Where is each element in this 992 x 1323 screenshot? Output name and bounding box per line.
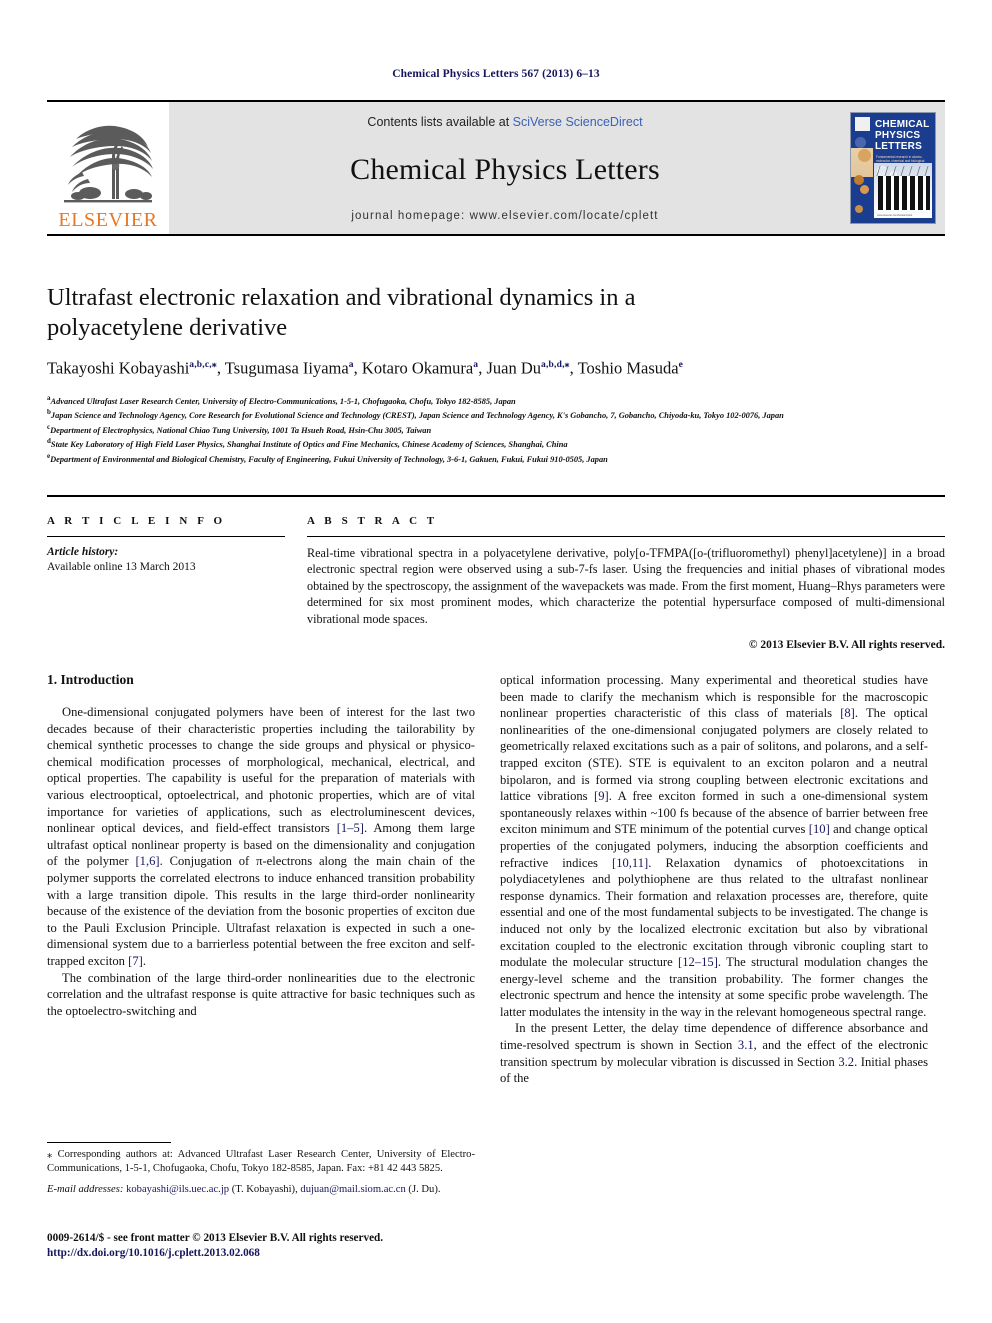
author-name: Takayoshi Kobayashi (47, 358, 190, 378)
copyright-notice: © 2013 Elsevier B.V. All rights reserved… (748, 639, 945, 652)
cover-art: CHEMICAL PHYSICS LETTERS Fundamental res… (850, 112, 936, 224)
email-owner-2: (J. Du). (408, 1184, 441, 1196)
author-affil-marks[interactable]: a,b,c, (189, 360, 212, 370)
cover-title-line-1: CHEMICAL (875, 119, 930, 130)
paragraph: The combination of the large third-order… (47, 970, 475, 1018)
author-affil-marks[interactable]: a (349, 360, 354, 370)
elsevier-wordmark: ELSEVIER (58, 209, 158, 231)
abstract-text: Real-time vibrational spectra in a polya… (307, 546, 945, 626)
journal-cover-thumbnail[interactable]: CHEMICAL PHYSICS LETTERS Fundamental res… (841, 102, 945, 234)
paragraph: One-dimensional conjugated polymers have… (47, 705, 475, 968)
imprint-block: 0009-2614/$ - see front matter © 2013 El… (47, 1231, 517, 1261)
paragraph: In the present Letter, the delay time de… (500, 1021, 928, 1086)
issn-front-matter: 0009-2614/$ - see front matter © 2013 El… (47, 1232, 384, 1244)
author-affil-marks[interactable]: a (473, 360, 478, 370)
author-affil-marks[interactable]: e (679, 360, 683, 370)
section-heading-introduction: 1. Introduction (47, 672, 134, 687)
corresponding-author-marker: ⁎ (564, 360, 570, 370)
affiliation-text: Department of Environmental and Biologic… (50, 454, 608, 464)
affiliation-item: eDepartment of Environmental and Biologi… (47, 451, 937, 465)
abstract-heading: A B S T R A C T (307, 515, 438, 527)
paragraph: optical information processing. Many exp… (500, 673, 929, 1019)
cover-elsevier-icon (855, 117, 870, 131)
footnote-divider (47, 1142, 171, 1143)
author-list: Takayoshi Kobayashia,b,c,⁎, Tsugumasa Ii… (47, 358, 684, 378)
cover-photo: www.elsevier.com/locate/cplett (874, 163, 932, 218)
cover-blob (855, 137, 866, 148)
cover-blob (855, 205, 863, 213)
email-link-2[interactable]: dujuan@mail.siom.ac.cn (300, 1184, 405, 1195)
body-column-left: 1. Introduction One-dimensional conjugat… (47, 672, 475, 1019)
info-abstract-band: A R T I C L E I N F O Article history: A… (47, 495, 945, 651)
cover-blob (860, 185, 869, 194)
journal-masthead: ELSEVIER Contents lists available at Sci… (47, 100, 945, 236)
body-column-right: optical information processing. Many exp… (500, 672, 928, 1087)
article-body: 1. Introduction One-dimensional conjugat… (47, 672, 945, 1172)
affiliation-text: State Key Laboratory of High Field Laser… (50, 439, 568, 449)
sciencedirect-link[interactable]: SciVerse ScienceDirect (513, 115, 643, 129)
journal-article-page: Chemical Physics Letters 567 (2013) 6–13 (0, 0, 992, 1323)
running-head: Chemical Physics Letters 567 (2013) 6–13 (392, 68, 600, 80)
article-title: Ultrafast electronic relaxation and vibr… (47, 284, 636, 341)
footnote-block: ⁎ Corresponding authors at: Advanced Ult… (47, 1142, 475, 1197)
cover-title: CHEMICAL PHYSICS LETTERS (875, 119, 932, 152)
elsevier-logo: ELSEVIER (47, 102, 169, 234)
author-name: Tsugumasa Iiyama (224, 358, 349, 378)
corresponding-author-note: ⁎ Corresponding authors at: Advanced Ult… (47, 1149, 475, 1174)
affiliation-text: Department of Electrophysics, National C… (50, 425, 432, 435)
affiliation-list: aAdvanced Ultrafast Laser Research Cente… (47, 393, 937, 465)
cover-blob (854, 175, 864, 185)
affiliation-item: bJapan Science and Technology Agency, Co… (47, 407, 937, 421)
article-history-value: Available online 13 March 2013 (47, 561, 196, 573)
cover-photo-caption: www.elsevier.com/locate/cplett (877, 214, 913, 217)
doi-link[interactable]: http://dx.doi.org/10.1016/j.cplett.2013.… (47, 1246, 517, 1261)
email-addresses-note: E-mail addresses: kobayashi@ils.uec.ac.j… (47, 1183, 475, 1197)
abstract-column: A B S T R A C T Real-time vibrational sp… (307, 515, 945, 651)
affiliation-item: aAdvanced Ultrafast Laser Research Cente… (47, 393, 937, 407)
author-name: Toshio Masuda (577, 358, 679, 378)
author-name: Kotaro Okamura (361, 358, 474, 378)
journal-homepage-link[interactable]: journal homepage: www.elsevier.com/locat… (351, 210, 658, 222)
corresponding-author-marker: ⁎ (211, 360, 217, 370)
email-label: E-mail addresses: (47, 1184, 124, 1196)
email-link-1[interactable]: kobayashi@ils.uec.ac.jp (126, 1184, 229, 1195)
article-info-heading: A R T I C L E I N F O (47, 515, 226, 527)
email-owner-1: (T. Kobayashi), (231, 1184, 298, 1196)
affiliation-item: dState Key Laboratory of High Field Lase… (47, 436, 937, 450)
cover-test-tube-tops (876, 166, 932, 176)
affiliation-item: cDepartment of Electrophysics, National … (47, 422, 937, 436)
cover-blob (858, 149, 871, 162)
contents-prefix: Contents lists available at (367, 115, 513, 129)
affiliation-text: Advanced Ultrafast Laser Research Center… (50, 396, 516, 406)
article-history-label: Article history: (47, 546, 119, 558)
article-history: Article history: Available online 13 Mar… (47, 545, 285, 575)
author-name: Juan Du (486, 358, 541, 378)
cover-title-line-2: PHYSICS (875, 130, 921, 141)
divider (47, 536, 285, 537)
divider (307, 536, 945, 537)
journal-title: Chemical Physics Letters (350, 152, 660, 186)
cover-title-line-3: LETTERS (875, 141, 922, 152)
cover-test-tubes (878, 176, 930, 210)
masthead-center: Contents lists available at SciVerse Sci… (169, 102, 841, 234)
author-affil-marks[interactable]: a,b,d, (541, 360, 565, 370)
elsevier-tree-icon (64, 125, 153, 203)
contents-available-line: Contents lists available at SciVerse Sci… (367, 115, 642, 129)
affiliation-text: Japan Science and Technology Agency, Cor… (50, 411, 784, 421)
article-info-column: A R T I C L E I N F O Article history: A… (47, 515, 307, 651)
